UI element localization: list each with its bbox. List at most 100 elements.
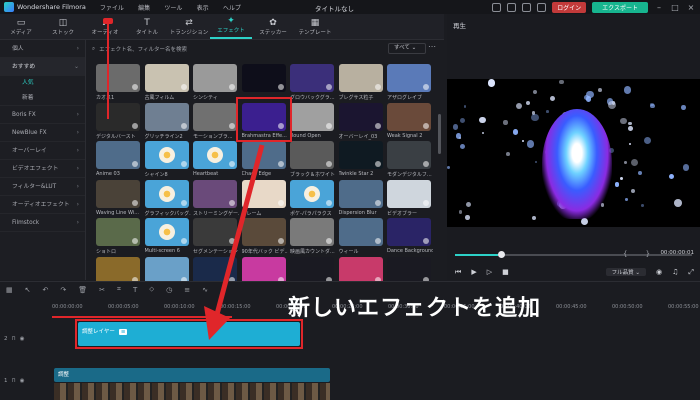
quality-dropdown[interactable]: フル品質 ⌄ (605, 268, 646, 276)
sidebar-item-audio-effects[interactable]: オーディオエフェクト › (0, 196, 85, 214)
prev-frame-icon[interactable]: ⏮ (455, 268, 461, 277)
snapshot-icon[interactable]: ◉ (656, 268, 662, 276)
download-icon[interactable] (374, 238, 381, 244)
download-icon[interactable] (423, 84, 429, 90)
download-icon[interactable] (374, 84, 381, 90)
effect-thumbnail[interactable]: Weak Signal 2 (387, 102, 431, 143)
tag-icon[interactable]: ⬦ (149, 285, 154, 294)
menu-help[interactable]: ヘルプ (223, 5, 241, 12)
effect-thumbnail[interactable]: シャイン8 (144, 141, 189, 181)
menu-edit[interactable]: 編集 (138, 5, 150, 12)
download-icon[interactable] (229, 199, 235, 206)
layout-icon[interactable]: ▦ (6, 286, 13, 294)
playhead-handle[interactable] (103, 18, 113, 24)
cut-icon[interactable]: ✂ (99, 286, 105, 294)
delete-icon[interactable]: 🗑 (78, 286, 87, 294)
crop-icon[interactable]: ⌗ (117, 285, 121, 294)
effect-thumbnail[interactable]: ウィール (338, 218, 383, 258)
effect-thumbnail[interactable]: ショトロ (96, 218, 140, 258)
sidebar-item-personal[interactable]: 個人 › (0, 40, 85, 58)
download-icon[interactable] (277, 199, 284, 206)
download-icon[interactable] (132, 161, 138, 167)
text-icon[interactable]: T (133, 286, 137, 294)
effect-thumbnail[interactable]: グラフィックパッグ... (144, 179, 191, 220)
play-icon[interactable]: ▶ (471, 268, 476, 276)
menu-tools[interactable]: ツール (164, 5, 182, 12)
effect-thumbnail[interactable]: セグメンテーション (193, 218, 238, 258)
lock-icon[interactable]: ⊓ (12, 378, 16, 384)
download-icon[interactable] (277, 84, 284, 90)
sidebar-item-filters-lut[interactable]: フィルター&LUT › (0, 178, 85, 196)
sidebar-item-video-effects[interactable]: ビデオエフェクト › (0, 160, 85, 178)
effect-thumbnail[interactable]: ブラック＆ホワイト (290, 141, 335, 181)
download-icon[interactable] (132, 238, 138, 244)
effect-thumbnail[interactable]: Round Open (290, 102, 334, 143)
menu-file[interactable]: ファイル (100, 5, 124, 12)
download-icon[interactable] (229, 84, 235, 90)
more-options-icon[interactable]: ⋯ (428, 42, 436, 51)
fullscreen-icon[interactable]: ⤢ (688, 268, 694, 277)
effect-thumbnail[interactable]: Anime 03 (96, 141, 140, 181)
search-input[interactable]: エフェクト名、フィルター名を検索 (99, 45, 187, 53)
effect-thumbnail[interactable]: Twinkle Star 2 (338, 141, 383, 181)
effect-thumbnail[interactable]: Multi-screen 6 (144, 218, 189, 258)
adjust-icon[interactable]: ≡ (184, 286, 190, 294)
audio-wave-icon[interactable]: ∿ (202, 286, 208, 294)
effect-thumbnail[interactable]: グリッチライン2 (144, 102, 189, 143)
effect-thumbnail[interactable]: オーバーレイ_03 (338, 102, 383, 143)
speed-icon[interactable]: ◷ (166, 286, 172, 294)
seek-handle[interactable] (498, 251, 505, 258)
download-icon[interactable] (180, 161, 187, 167)
effect-thumbnail[interactable]: Dispersion Blur (338, 179, 383, 220)
effect-thumbnail[interactable]: カオス1 (96, 64, 140, 104)
sidebar-item-newblue-fx[interactable]: NewBlue FX › (0, 124, 85, 142)
download-icon[interactable] (423, 122, 429, 129)
download-icon[interactable] (326, 122, 332, 129)
effect-thumbnail[interactable]: モーションブラ... (193, 102, 237, 143)
eye-icon[interactable]: ◉ (20, 336, 25, 342)
effect-thumbnail[interactable]: 映画風カウントダ... (290, 218, 335, 258)
tab-effects[interactable]: ✦ エフェクト (210, 13, 252, 39)
download-icon[interactable] (132, 199, 138, 206)
effects-scrollbar[interactable] (438, 114, 441, 154)
tab-templates[interactable]: ▦ テンプレート (294, 13, 336, 39)
download-icon[interactable] (374, 161, 381, 167)
sidebar-item-new[interactable]: 新着 (0, 91, 85, 106)
tab-titles[interactable]: T タイトル (126, 13, 168, 39)
download-icon[interactable] (277, 161, 284, 167)
effect-thumbnail[interactable]: ビデオブラー (387, 179, 431, 220)
download-icon[interactable] (229, 122, 235, 129)
effect-thumbnail[interactable]: フレーム (241, 179, 286, 220)
download-icon[interactable] (180, 84, 187, 90)
sidebar-item-boris-fx[interactable]: Boris FX › (0, 106, 85, 124)
maximize-icon[interactable]: □ (670, 3, 680, 12)
volume-icon[interactable]: ♫ (672, 268, 678, 276)
effect-thumbnail[interactable]: アザログレイブ (387, 64, 431, 104)
video-clip[interactable]: 調整 (54, 368, 330, 382)
download-icon[interactable] (423, 199, 429, 206)
download-icon[interactable] (132, 122, 138, 129)
sidebar-item-filmstock[interactable]: Filmstock › (0, 214, 85, 232)
effect-thumbnail[interactable]: 古風フィルム (144, 64, 189, 104)
minimize-icon[interactable]: – (654, 3, 664, 12)
download-icon[interactable] (326, 161, 332, 167)
cloud-icon[interactable] (507, 3, 517, 12)
effect-thumbnail[interactable]: ブレグサス粒子 (338, 64, 383, 104)
effect-thumbnail[interactable]: ストリーミングゲーム... (193, 179, 239, 220)
effect-thumbnail[interactable]: ポケ-パラパラクス (290, 179, 334, 220)
tab-transitions[interactable]: ⇄ トランジション (168, 13, 210, 39)
download-icon[interactable] (132, 84, 138, 90)
tab-audio[interactable]: ♪オーディオ (84, 13, 126, 39)
lock-icon[interactable]: ⊓ (12, 336, 16, 342)
stop-icon[interactable]: ■ (502, 268, 509, 276)
effect-thumbnail[interactable]: Dance Background (387, 218, 433, 258)
download-icon[interactable] (374, 122, 381, 129)
cursor-icon[interactable]: ↖ (25, 286, 31, 294)
download-icon[interactable] (374, 199, 381, 206)
effect-thumbnail[interactable]: Chaos Edge (241, 141, 286, 181)
effect-thumbnail[interactable]: Heartbeat (193, 141, 237, 181)
in-out-markers[interactable]: { } (623, 250, 658, 258)
sidebar-item-popular[interactable]: 人気 (0, 76, 85, 91)
feedback-icon[interactable] (492, 3, 502, 12)
download-icon[interactable] (229, 161, 235, 167)
